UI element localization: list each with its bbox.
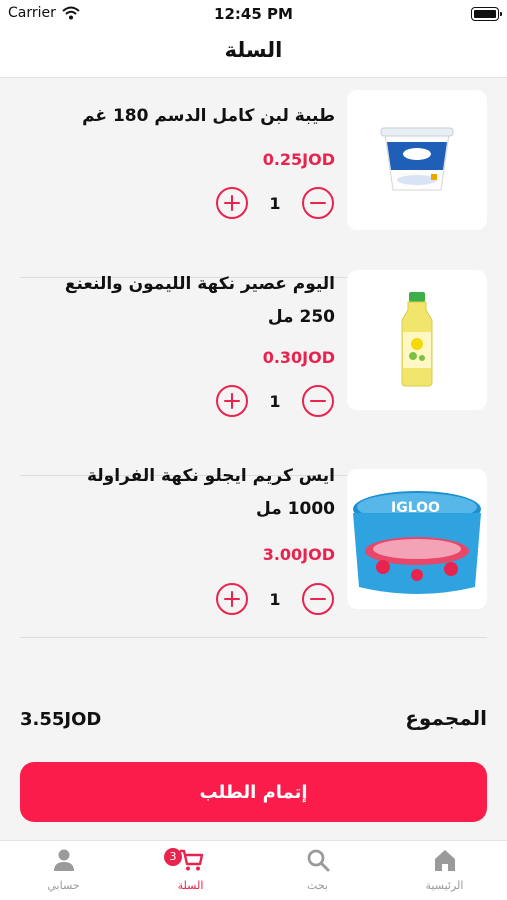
ice-cream-tub-icon: IGLOO bbox=[347, 469, 487, 609]
checkout-button[interactable]: إتمام الطلب bbox=[20, 762, 487, 822]
total-label: المجموع bbox=[405, 706, 487, 730]
item-name: اليوم عصير نكهة الليمون والنعنع 250 مل bbox=[64, 274, 335, 327]
status-bar: Carrier 12:45 PM bbox=[0, 0, 507, 30]
page-title: السلة bbox=[224, 38, 283, 62]
tab-label: الرئيسية bbox=[425, 879, 464, 892]
header: السلة bbox=[0, 30, 507, 78]
plus-icon[interactable] bbox=[216, 583, 248, 615]
search-icon bbox=[307, 849, 329, 872]
tab-search[interactable]: بحث bbox=[254, 841, 381, 900]
tab-bar: حسابي 3 السلة بحث الرئيسية bbox=[0, 840, 507, 900]
person-icon bbox=[53, 849, 74, 871]
quantity-stepper: 1 bbox=[216, 581, 334, 617]
minus-icon[interactable] bbox=[301, 583, 334, 615]
quantity-stepper: 1 bbox=[216, 185, 334, 221]
item-price: 3.00JOD bbox=[262, 545, 335, 564]
quantity-value: 1 bbox=[269, 391, 281, 411]
total-value: 3.55JOD bbox=[20, 709, 102, 730]
quantity-value: 1 bbox=[269, 193, 281, 213]
plus-icon[interactable] bbox=[216, 385, 248, 417]
item-name: ايس كريم ايجلو نكهة الفراولة 1000 مل bbox=[86, 466, 335, 519]
yogurt-cup-icon bbox=[347, 90, 487, 230]
plus-icon[interactable] bbox=[216, 187, 248, 219]
tab-label: حسابي bbox=[47, 879, 80, 892]
clock: 12:45 PM bbox=[214, 5, 293, 23]
battery-icon bbox=[471, 7, 502, 21]
tab-label: السلة bbox=[177, 879, 204, 892]
minus-icon[interactable] bbox=[301, 385, 334, 417]
cart-item: طيبة لبن كامل الدسم 180 غم 0.25JOD 1 bbox=[20, 80, 487, 278]
tab-home[interactable]: الرئيسية bbox=[381, 841, 507, 900]
home-icon bbox=[434, 850, 455, 871]
item-price: 0.30JOD bbox=[262, 348, 335, 367]
cart-item: IGLOO ايس كريم ايجلو نكهة الفراولة 1000 … bbox=[20, 440, 487, 638]
quantity-stepper: 1 bbox=[216, 383, 334, 419]
item-price: 0.25JOD bbox=[262, 150, 335, 169]
tab-label: بحث bbox=[307, 879, 328, 892]
cart-badge: 3 bbox=[164, 848, 182, 866]
quantity-value: 1 bbox=[269, 589, 281, 609]
tab-account[interactable]: حسابي bbox=[0, 841, 127, 900]
item-name: طيبة لبن كامل الدسم 180 غم bbox=[82, 106, 335, 126]
juice-bottle-icon bbox=[347, 270, 487, 410]
tab-cart[interactable]: 3 السلة bbox=[127, 841, 254, 900]
minus-icon[interactable] bbox=[301, 187, 334, 219]
